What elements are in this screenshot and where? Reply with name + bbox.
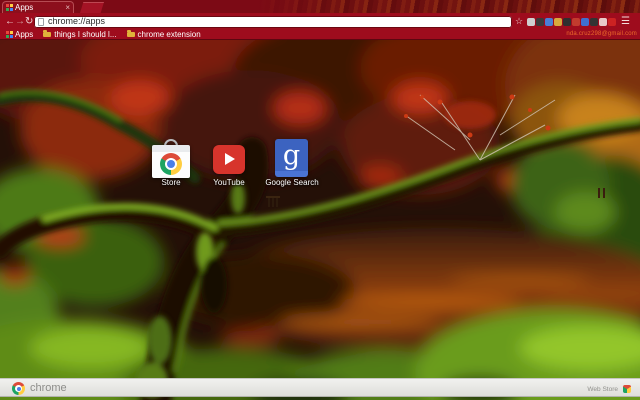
tab-title: Apps (15, 2, 34, 12)
google-search-app[interactable]: g (275, 139, 308, 177)
extension-icon[interactable] (554, 17, 562, 26)
url-text[interactable]: chrome://apps (48, 16, 105, 27)
extension-icon[interactable] (563, 17, 571, 26)
page-icon (38, 17, 44, 26)
youtube-app-label[interactable]: YouTube (204, 178, 254, 187)
bookmark-folder-things[interactable]: things I should l... (43, 30, 117, 39)
browser-window: Apps × ← → ↻ chrome://apps ☆ ☰ Apps thin… (0, 0, 640, 400)
extension-icon[interactable] (590, 17, 598, 26)
google-g-icon: g (282, 140, 301, 171)
extensions-area (527, 17, 616, 26)
folder-icon (43, 30, 52, 37)
extension-icon[interactable] (581, 17, 589, 26)
reload-button[interactable]: ↻ (25, 14, 33, 29)
folder-icon (126, 30, 135, 37)
bookmark-folder-chrome-extension[interactable]: chrome extension (126, 30, 201, 39)
menu-icon[interactable]: ☰ (621, 14, 630, 29)
extension-icon[interactable] (608, 17, 616, 26)
bookmarks-bar: Apps things I should l... chrome extensi… (0, 30, 640, 40)
play-icon (225, 153, 235, 165)
extension-icon[interactable] (536, 17, 544, 26)
tab-close-icon[interactable]: × (65, 3, 70, 12)
chrome-logo-icon (12, 382, 25, 395)
omnibox[interactable]: chrome://apps (34, 15, 512, 28)
forward-button[interactable]: → (15, 14, 25, 29)
tab-apps[interactable]: Apps × (2, 1, 74, 13)
web-store-app-label[interactable]: Store (146, 178, 196, 187)
extension-icon[interactable] (545, 17, 553, 26)
web-store-label: Web Store (587, 386, 618, 393)
watermark-text: nda.cruz298@gmail.com (566, 31, 637, 37)
google-search-app-label[interactable]: Google Search (254, 178, 330, 187)
footer-bar: chrome Web Store (0, 378, 640, 397)
extension-icon[interactable] (599, 17, 607, 26)
youtube-app[interactable] (213, 145, 245, 174)
new-tab-button[interactable] (80, 2, 104, 13)
chrome-brand-label: chrome (30, 382, 67, 394)
back-button[interactable]: ← (5, 14, 15, 29)
bookmark-item-apps[interactable]: Apps (6, 30, 33, 39)
wallpaper-image (0, 40, 640, 400)
bookmark-star-icon[interactable]: ☆ (515, 15, 523, 28)
web-store-app[interactable] (152, 139, 190, 179)
apps-grid-icon (6, 4, 9, 7)
extension-icon[interactable] (527, 17, 535, 26)
web-store-icon (623, 385, 631, 393)
chrome-logo-icon (160, 153, 182, 175)
apps-grid-icon (6, 31, 9, 34)
extension-icon[interactable] (572, 17, 580, 26)
toolbar: ← → ↻ chrome://apps ☆ ☰ (0, 13, 640, 30)
tab-strip: Apps × (0, 0, 640, 13)
